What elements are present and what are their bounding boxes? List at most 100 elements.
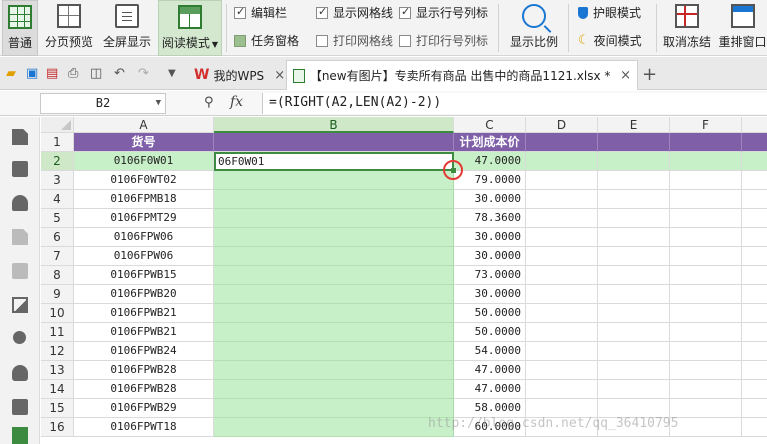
cell-e4[interactable]: [598, 190, 670, 209]
new-tab-button[interactable]: +: [642, 64, 657, 85]
header-cell-e[interactable]: [598, 133, 670, 152]
cell-f6[interactable]: [670, 228, 742, 247]
cell-c10[interactable]: 50.0000: [454, 304, 526, 323]
cell-g7[interactable]: [742, 247, 767, 266]
normal-view-button[interactable]: 普通: [2, 0, 38, 56]
cell-b3[interactable]: [214, 171, 454, 190]
column-header-e[interactable]: E: [598, 117, 670, 133]
cell-c5[interactable]: 78.3600: [454, 209, 526, 228]
cell-e13[interactable]: [598, 361, 670, 380]
row-header-14[interactable]: 14: [41, 380, 74, 399]
task-pane-checkbox[interactable]: 任务窗格: [234, 32, 299, 49]
print-preview-icon[interactable]: ◫: [90, 66, 102, 81]
cell-g9[interactable]: [742, 285, 767, 304]
cell-f4[interactable]: [670, 190, 742, 209]
picture-icon[interactable]: [12, 297, 28, 313]
row-header-7[interactable]: 7: [41, 247, 74, 266]
cell-g5[interactable]: [742, 209, 767, 228]
cell-g12[interactable]: [742, 342, 767, 361]
active-cell-b2[interactable]: 06F0W01: [214, 152, 454, 171]
undo-icon[interactable]: ↶: [114, 66, 125, 81]
cell-b4[interactable]: [214, 190, 454, 209]
close-tab-icon[interactable]: ×: [274, 68, 285, 83]
print-icon[interactable]: ⎙: [68, 66, 78, 81]
cell-f14[interactable]: [670, 380, 742, 399]
cell-f8[interactable]: [670, 266, 742, 285]
cell-a16[interactable]: 0106FPWT18: [74, 418, 214, 437]
tab-workbook[interactable]: 【new有图片】专卖所有商品 出售中的商品1121.xlsx * ×: [286, 60, 638, 90]
cell-d7[interactable]: [526, 247, 598, 266]
formula-bar-checkbox[interactable]: 编辑栏: [234, 4, 287, 21]
tab-my-wps[interactable]: W 我的WPS ×: [188, 60, 291, 90]
cell-f16[interactable]: [670, 418, 742, 437]
quick-access-dropdown-icon[interactable]: ▼: [168, 68, 176, 79]
cell-c14[interactable]: 47.0000: [454, 380, 526, 399]
cell-a4[interactable]: 0106FPMB18: [74, 190, 214, 209]
select-icon[interactable]: [12, 161, 28, 177]
spreadsheet-grid[interactable]: ABCDEFG1货号计划成本价20106F0W0106F0W0147.00003…: [41, 117, 767, 444]
cell-f3[interactable]: [670, 171, 742, 190]
row-header-16[interactable]: 16: [41, 418, 74, 437]
cell-f10[interactable]: [670, 304, 742, 323]
cell-g2[interactable]: [742, 152, 767, 171]
cell-c13[interactable]: 47.0000: [454, 361, 526, 380]
cell-b10[interactable]: [214, 304, 454, 323]
cell-e8[interactable]: [598, 266, 670, 285]
eye-protection-button[interactable]: 护眼模式: [578, 4, 641, 21]
select-all-corner[interactable]: [41, 117, 74, 133]
cell-e5[interactable]: [598, 209, 670, 228]
row-header-15[interactable]: 15: [41, 399, 74, 418]
cell-f11[interactable]: [670, 323, 742, 342]
column-header-b[interactable]: B: [214, 117, 454, 133]
zoom-button[interactable]: 显示比例: [506, 0, 562, 56]
print-gridlines-checkbox[interactable]: 打印网格线: [316, 32, 393, 49]
cell-g8[interactable]: [742, 266, 767, 285]
arrange-window-button[interactable]: 重排窗口: [718, 0, 767, 56]
cell-e3[interactable]: [598, 171, 670, 190]
cell-a15[interactable]: 0106FPWB29: [74, 399, 214, 418]
cell-g6[interactable]: [742, 228, 767, 247]
formula-input[interactable]: =(RIGHT(A2,LEN(A2)-2)): [262, 93, 767, 114]
cell-g4[interactable]: [742, 190, 767, 209]
cell-d2[interactable]: [526, 152, 598, 171]
column-header-d[interactable]: D: [526, 117, 598, 133]
cell-f9[interactable]: [670, 285, 742, 304]
print-headings-checkbox[interactable]: 打印行号列标: [399, 32, 488, 49]
cell-e14[interactable]: [598, 380, 670, 399]
row-header-10[interactable]: 10: [41, 304, 74, 323]
cell-b16[interactable]: [214, 418, 454, 437]
cell-g16[interactable]: [742, 418, 767, 437]
cell-d8[interactable]: [526, 266, 598, 285]
cell-a12[interactable]: 0106FPWB24: [74, 342, 214, 361]
cell-c6[interactable]: 30.0000: [454, 228, 526, 247]
cell-a10[interactable]: 0106FPWB21: [74, 304, 214, 323]
cell-d4[interactable]: [526, 190, 598, 209]
cell-g13[interactable]: [742, 361, 767, 380]
transform-icon[interactable]: [12, 263, 28, 279]
header-cell-planned-cost[interactable]: 计划成本价: [454, 133, 526, 152]
cell-e6[interactable]: [598, 228, 670, 247]
row-header-5[interactable]: 5: [41, 209, 74, 228]
name-box[interactable]: B2 ▼: [40, 93, 166, 114]
cell-d10[interactable]: [526, 304, 598, 323]
cell-c4[interactable]: 30.0000: [454, 190, 526, 209]
cell-d3[interactable]: [526, 171, 598, 190]
header-cell-sku[interactable]: 货号: [74, 133, 214, 152]
cell-d9[interactable]: [526, 285, 598, 304]
show-gridlines-checkbox[interactable]: 显示网格线: [316, 4, 393, 21]
cell-a7[interactable]: 0106FPW06: [74, 247, 214, 266]
cell-e7[interactable]: [598, 247, 670, 266]
cell-g3[interactable]: [742, 171, 767, 190]
cell-c9[interactable]: 30.0000: [454, 285, 526, 304]
cell-f5[interactable]: [670, 209, 742, 228]
column-header-f[interactable]: F: [670, 117, 742, 133]
cell-b6[interactable]: [214, 228, 454, 247]
row-header-11[interactable]: 11: [41, 323, 74, 342]
cell-f12[interactable]: [670, 342, 742, 361]
cell-g15[interactable]: [742, 399, 767, 418]
cell-b14[interactable]: [214, 380, 454, 399]
row-header-8[interactable]: 8: [41, 266, 74, 285]
cell-d12[interactable]: [526, 342, 598, 361]
cell-a3[interactable]: 0106F0WT02: [74, 171, 214, 190]
new-document-icon[interactable]: [12, 129, 28, 145]
